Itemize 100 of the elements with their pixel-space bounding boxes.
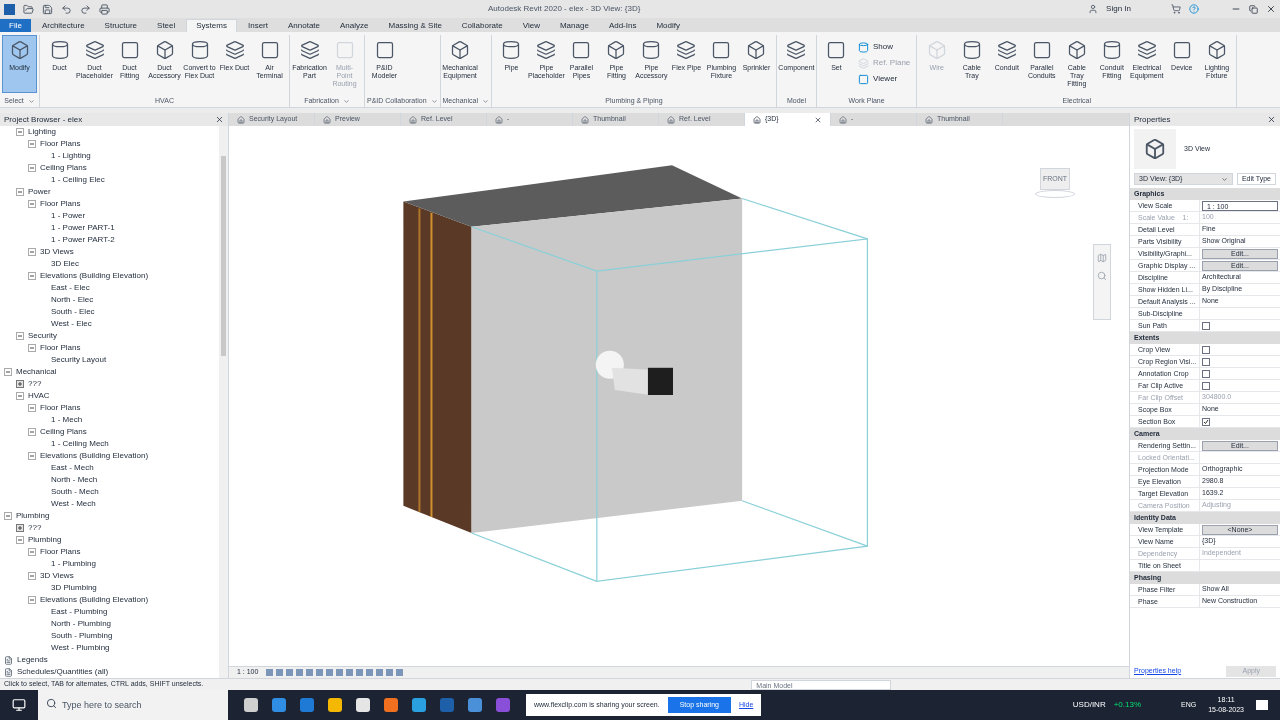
checkbox[interactable] <box>1202 357 1210 366</box>
ribbon-tool[interactable]: Viewer <box>853 71 915 87</box>
tree-item[interactable]: Floor Plans <box>40 546 81 558</box>
tree-item[interactable]: Floor Plans <box>40 402 81 414</box>
checkbox[interactable] <box>1202 321 1210 330</box>
taskbar-app-icon[interactable] <box>300 698 314 712</box>
tree-item[interactable]: 1 - Plumbing <box>51 558 96 570</box>
taskbar-app-icon[interactable] <box>384 698 398 712</box>
tree-item[interactable]: 3D Elec <box>51 258 79 270</box>
close-icon[interactable] <box>1267 115 1276 124</box>
tree-item[interactable]: ??? <box>28 378 42 390</box>
tree-item[interactable]: 1 - Power PART-1 <box>51 222 115 234</box>
tree-item[interactable]: 1 - Ceiling Elec <box>51 174 105 186</box>
tree-item[interactable]: 1 - Power <box>51 210 86 222</box>
tree-toggle[interactable] <box>16 128 24 136</box>
tree-item[interactable]: Ceiling Plans <box>40 426 87 438</box>
ribbon-tab[interactable]: Systems <box>186 19 237 32</box>
tree-item[interactable]: Schedules/Quantities (all) <box>17 666 109 678</box>
ribbon-tab[interactable]: Collaborate <box>452 19 512 32</box>
tree-item[interactable]: West - Plumbing <box>51 642 110 654</box>
tree-item[interactable]: 1 - Power PART-2 <box>51 234 115 246</box>
taskbar-app-icon[interactable] <box>412 698 426 712</box>
taskbar-app-icon[interactable] <box>468 698 482 712</box>
tree-item[interactable]: West - Mech <box>51 498 96 510</box>
save-icon[interactable] <box>42 3 53 15</box>
tree-item[interactable]: North - Plumbing <box>51 618 112 630</box>
tree-item[interactable]: 1 - Mech <box>51 414 83 426</box>
restore-icon[interactable] <box>1249 4 1258 14</box>
tree-item[interactable]: South - Mech <box>51 486 99 498</box>
tree-toggle[interactable] <box>28 548 36 556</box>
taskbar-app-icon[interactable] <box>440 698 454 712</box>
zoom-icon[interactable] <box>1097 271 1107 281</box>
print-icon[interactable] <box>99 3 110 15</box>
undo-icon[interactable] <box>61 3 72 15</box>
cart-icon[interactable] <box>1171 4 1181 14</box>
tree-item[interactable]: Floor Plans <box>40 342 81 354</box>
tree-item[interactable]: West - Elec <box>51 318 92 330</box>
ribbon-tab[interactable]: Architecture <box>32 19 94 32</box>
tree-item[interactable]: Floor Plans <box>40 198 81 210</box>
tree-toggle[interactable] <box>28 140 36 148</box>
sign-in-link[interactable]: Sign In <box>1106 3 1131 15</box>
ribbon-tab[interactable]: Massing & Site <box>379 19 451 32</box>
tree-toggle[interactable] <box>28 596 36 604</box>
tree-item[interactable]: Ceiling Plans <box>40 162 87 174</box>
tree-item[interactable]: 3D Views <box>40 246 74 258</box>
tree-item[interactable]: Plumbing <box>16 510 50 522</box>
tree-item[interactable]: Floor Plans <box>40 138 81 150</box>
caret-icon[interactable] <box>481 97 489 105</box>
open-icon[interactable] <box>23 3 34 15</box>
tree-toggle[interactable] <box>16 392 24 400</box>
ribbon-tab[interactable]: Structure <box>95 19 147 32</box>
checkbox[interactable] <box>1202 369 1210 378</box>
tree-toggle[interactable] <box>28 452 36 460</box>
tree-item[interactable]: Plumbing <box>28 534 62 546</box>
tree-toggle[interactable] <box>28 272 36 280</box>
start-icon[interactable] <box>12 698 26 712</box>
tree-toggle[interactable] <box>28 248 36 256</box>
checkbox[interactable] <box>1202 345 1210 354</box>
taskbar-app-icon[interactable] <box>272 698 286 712</box>
tree-item[interactable]: South - Plumbing <box>51 630 113 642</box>
taskbar-app-icon[interactable] <box>328 698 342 712</box>
ribbon-tab[interactable]: File <box>0 19 31 32</box>
tree-item[interactable]: ??? <box>28 522 42 534</box>
caret-icon[interactable] <box>342 97 350 105</box>
ribbon-tab[interactable]: Modify <box>647 19 689 32</box>
navigation-bar[interactable] <box>1093 244 1111 320</box>
tree-item[interactable]: Lighting <box>28 126 57 138</box>
taskbar-search-field[interactable]: Type here to search <box>38 690 228 720</box>
tree-toggle[interactable] <box>4 368 12 376</box>
checkbox[interactable] <box>1202 417 1210 426</box>
tree-item[interactable]: Security Layout <box>51 354 107 366</box>
ribbon-tab[interactable]: Annotate <box>278 19 329 32</box>
tree-toggle[interactable] <box>4 512 12 520</box>
tree-item[interactable]: Elevations (Building Elevation) <box>40 270 149 282</box>
tree-item[interactable]: HVAC <box>28 390 50 402</box>
tree-item[interactable]: Power <box>28 186 51 198</box>
tree-toggle[interactable] <box>28 200 36 208</box>
tree-toggle[interactable] <box>16 524 24 532</box>
taskbar-app-icon[interactable] <box>244 698 258 712</box>
tree-toggle[interactable] <box>16 536 24 544</box>
tree-toggle[interactable] <box>16 188 24 196</box>
tree-item[interactable]: East - Mech <box>51 462 94 474</box>
tree-item[interactable]: East - Plumbing <box>51 606 108 618</box>
taskbar-app-icon[interactable] <box>356 698 370 712</box>
tree-toggle[interactable] <box>28 344 36 352</box>
user-icon[interactable] <box>1088 4 1099 14</box>
ribbon-tool[interactable]: Show <box>853 39 915 55</box>
tree-item[interactable]: Elevations (Building Elevation) <box>40 450 149 462</box>
ribbon-tab[interactable]: View <box>513 19 549 32</box>
tree-item[interactable]: 1 - Ceiling Mech <box>51 438 109 450</box>
checkbox[interactable] <box>1202 381 1210 390</box>
tree-item[interactable]: North - Mech <box>51 474 98 486</box>
tree-toggle[interactable] <box>28 428 36 436</box>
ribbon-tab[interactable]: Add-Ins <box>599 19 646 32</box>
tree-item[interactable]: East - Elec <box>51 282 90 294</box>
caret-icon[interactable] <box>430 97 438 105</box>
tree-item[interactable]: 3D Plumbing <box>51 582 97 594</box>
taskbar-app-icon[interactable] <box>496 698 510 712</box>
scrollbar[interactable] <box>219 126 228 678</box>
ribbon-tab[interactable]: Analyze <box>331 19 378 32</box>
